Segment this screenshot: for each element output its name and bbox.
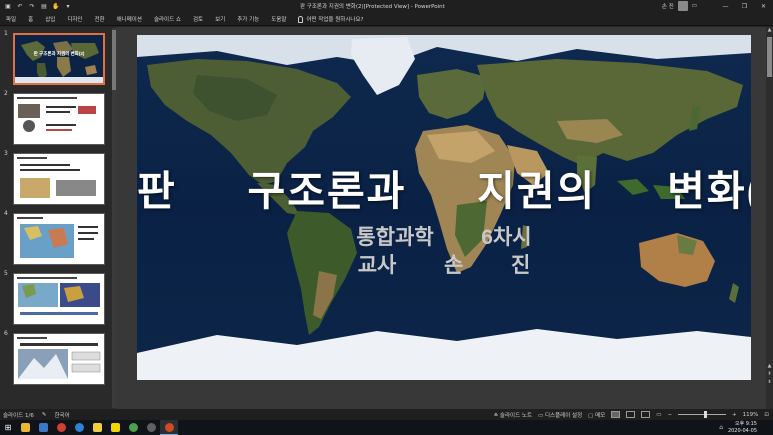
file-explorer-icon[interactable] xyxy=(16,420,34,435)
thumb-content xyxy=(14,274,104,324)
current-slide[interactable]: 판 구조론과 지권의 변화(2) 통합과학 6차시 교사 손 진 xyxy=(137,35,751,380)
notes-label: 슬라이드 노트 xyxy=(499,412,533,419)
thumb-content xyxy=(14,94,104,144)
thumb-content xyxy=(14,154,104,204)
window-controls: — ❐ ✕ xyxy=(716,0,773,13)
user-account[interactable]: 손 진 ▭ xyxy=(662,1,697,11)
chrome-icon[interactable] xyxy=(52,420,70,435)
spellcheck-icon[interactable]: ✎ xyxy=(42,412,47,418)
thumb-number: 5 xyxy=(4,270,8,277)
tab-file[interactable]: 파일 xyxy=(0,15,22,23)
clock-time: 오후 9:15 xyxy=(734,421,757,427)
windows-taskbar: ⊞ ⌂ 오후 9:15 2020-04-05 xyxy=(0,420,773,435)
save-icon[interactable]: ▣ xyxy=(4,3,12,11)
slide-sorter-button[interactable] xyxy=(626,411,636,418)
tell-me-text: 어떤 작업을 원하시나요? xyxy=(306,17,364,23)
thumb-content xyxy=(14,334,104,384)
touch-mode-icon[interactable]: ✋ xyxy=(52,3,60,11)
scroll-up-icon[interactable]: ▲ xyxy=(766,27,773,33)
slide-thumbnail-pane[interactable]: 1 판 구조론과 지권의 변화(2) 2 3 4 5 6 xyxy=(0,27,116,409)
tab-review[interactable]: 검토 xyxy=(187,15,209,23)
customize-qat-icon[interactable]: ▾ xyxy=(64,3,72,11)
clock-app-icon[interactable] xyxy=(142,420,160,435)
store-icon[interactable] xyxy=(34,420,52,435)
powerpoint-window: ▣ ↶ ↷ ▤ ✋ ▾ 판 구조론과 지권의 변화(2)[Protected V… xyxy=(0,0,773,435)
slide-thumbnail-1[interactable]: 판 구조론과 지권의 변화(2) xyxy=(13,33,105,85)
thumb-map-image: 판 구조론과 지권의 변화(2) xyxy=(15,35,103,83)
ribbon-tabs: 파일 홈 삽입 디자인 전환 애니메이션 슬라이드 쇼 검토 보기 추가 기능 … xyxy=(0,13,773,26)
slide-editor: 판 구조론과 지권의 변화(2) 통합과학 6차시 교사 손 진 xyxy=(116,27,766,409)
windows-start-icon[interactable]: ⊞ xyxy=(0,420,16,435)
display-settings-label: 디스플레이 설정 xyxy=(544,412,583,419)
next-slide-icon[interactable]: ⇟ xyxy=(766,379,773,385)
tab-help[interactable]: 도움말 xyxy=(265,15,292,23)
tab-animations[interactable]: 애니메이션 xyxy=(111,15,148,23)
comments-button[interactable]: ▢ 메모 xyxy=(588,411,605,419)
language-indicator[interactable]: 한국어 xyxy=(54,411,69,419)
slide-thumbnail-6[interactable] xyxy=(13,333,105,385)
tab-slideshow[interactable]: 슬라이드 쇼 xyxy=(148,15,187,23)
user-name: 손 진 xyxy=(661,4,674,10)
reading-view-button[interactable] xyxy=(641,411,651,418)
kakaotalk-icon[interactable] xyxy=(106,420,124,435)
title-bar: ▣ ↶ ↷ ▤ ✋ ▾ 판 구조론과 지권의 변화(2)[Protected V… xyxy=(0,0,773,13)
present-icon[interactable]: ▤ xyxy=(40,3,48,11)
status-bar: 슬라이드 1/6 ✎ 한국어 ≛ 슬라이드 노트 ▭ 디스플레이 설정 ▢ 메모… xyxy=(0,409,773,420)
zoom-out-icon[interactable]: − xyxy=(667,412,672,418)
svg-text:판 구조론과 지권의 변화(2): 판 구조론과 지권의 변화(2) xyxy=(34,50,85,57)
zoom-slider-thumb[interactable] xyxy=(704,411,708,418)
window-title: 판 구조론과 지권의 변화(2)[Protected View] - Power… xyxy=(300,4,445,10)
tab-home[interactable]: 홈 xyxy=(22,15,39,23)
slide-thumbnail-4[interactable] xyxy=(13,213,105,265)
slide-thumbnail-2[interactable] xyxy=(13,93,105,145)
slide-title[interactable]: 판 구조론과 지권의 변화(2) xyxy=(137,157,751,217)
tab-addins[interactable]: 추가 기능 xyxy=(231,15,265,23)
lightbulb-icon xyxy=(298,15,304,23)
slideshow-view-icon[interactable]: ▭ xyxy=(656,412,661,418)
thumb-content xyxy=(14,214,104,264)
redo-icon[interactable]: ↷ xyxy=(28,3,36,11)
thumb-number: 1 xyxy=(4,30,8,37)
minimize-icon[interactable]: — xyxy=(716,0,735,13)
slide-subtitle-course[interactable]: 통합과학 6차시 xyxy=(137,221,751,251)
clock-date: 2020-04-05 xyxy=(727,428,757,434)
normal-view-button[interactable] xyxy=(611,411,621,418)
slide-thumbnail-3[interactable] xyxy=(13,153,105,205)
tab-transitions[interactable]: 전환 xyxy=(89,15,111,23)
editor-vertical-scrollbar[interactable]: ▲ ▲ ⇞ ⇟ xyxy=(766,27,773,409)
thumb-number: 4 xyxy=(4,210,8,217)
scroll-knob[interactable] xyxy=(767,37,772,77)
comments-label: 메모 xyxy=(595,412,606,419)
slide-subtitle-teacher[interactable]: 교사 손 진 xyxy=(137,249,751,279)
quick-access-toolbar: ▣ ↶ ↷ ▤ ✋ ▾ xyxy=(0,0,72,13)
taskbar-clock[interactable]: 오후 9:15 2020-04-05 xyxy=(728,420,757,435)
powerpoint-icon[interactable] xyxy=(160,420,178,435)
tab-view[interactable]: 보기 xyxy=(209,15,231,23)
edge-icon[interactable] xyxy=(70,420,88,435)
sticky-notes-icon[interactable] xyxy=(88,420,106,435)
close-icon[interactable]: ✕ xyxy=(754,0,773,13)
thumb-number: 2 xyxy=(4,90,8,97)
app-icon[interactable] xyxy=(124,420,142,435)
avatar[interactable] xyxy=(677,1,688,11)
slide-counter: 슬라이드 1/6 xyxy=(3,412,34,419)
maximize-icon[interactable]: ❐ xyxy=(735,0,754,13)
thumb-number: 6 xyxy=(4,330,8,337)
zoom-in-icon[interactable]: + xyxy=(732,412,737,418)
zoom-slider[interactable] xyxy=(678,411,727,418)
tab-insert[interactable]: 삽입 xyxy=(39,15,61,23)
notes-button[interactable]: ≛ 슬라이드 노트 xyxy=(494,411,532,419)
slide-thumbnail-5[interactable] xyxy=(13,273,105,325)
thumb-number: 3 xyxy=(4,150,8,157)
display-settings-button[interactable]: ▭ 디스플레이 설정 xyxy=(538,411,582,419)
network-icon[interactable]: ⌂ xyxy=(719,424,723,431)
ribbon-display-icon[interactable]: ▭ xyxy=(692,3,697,9)
undo-icon[interactable]: ↶ xyxy=(16,3,24,11)
scroll-up-icon[interactable]: ▲ xyxy=(766,363,773,369)
fit-slide-icon[interactable]: ⊡ xyxy=(764,412,769,418)
previous-slide-icon[interactable]: ⇞ xyxy=(766,371,773,377)
tell-me-search[interactable]: 어떤 작업을 원하시나요? xyxy=(298,15,363,23)
zoom-level[interactable]: 119% xyxy=(743,412,759,418)
tab-design[interactable]: 디자인 xyxy=(61,15,88,23)
